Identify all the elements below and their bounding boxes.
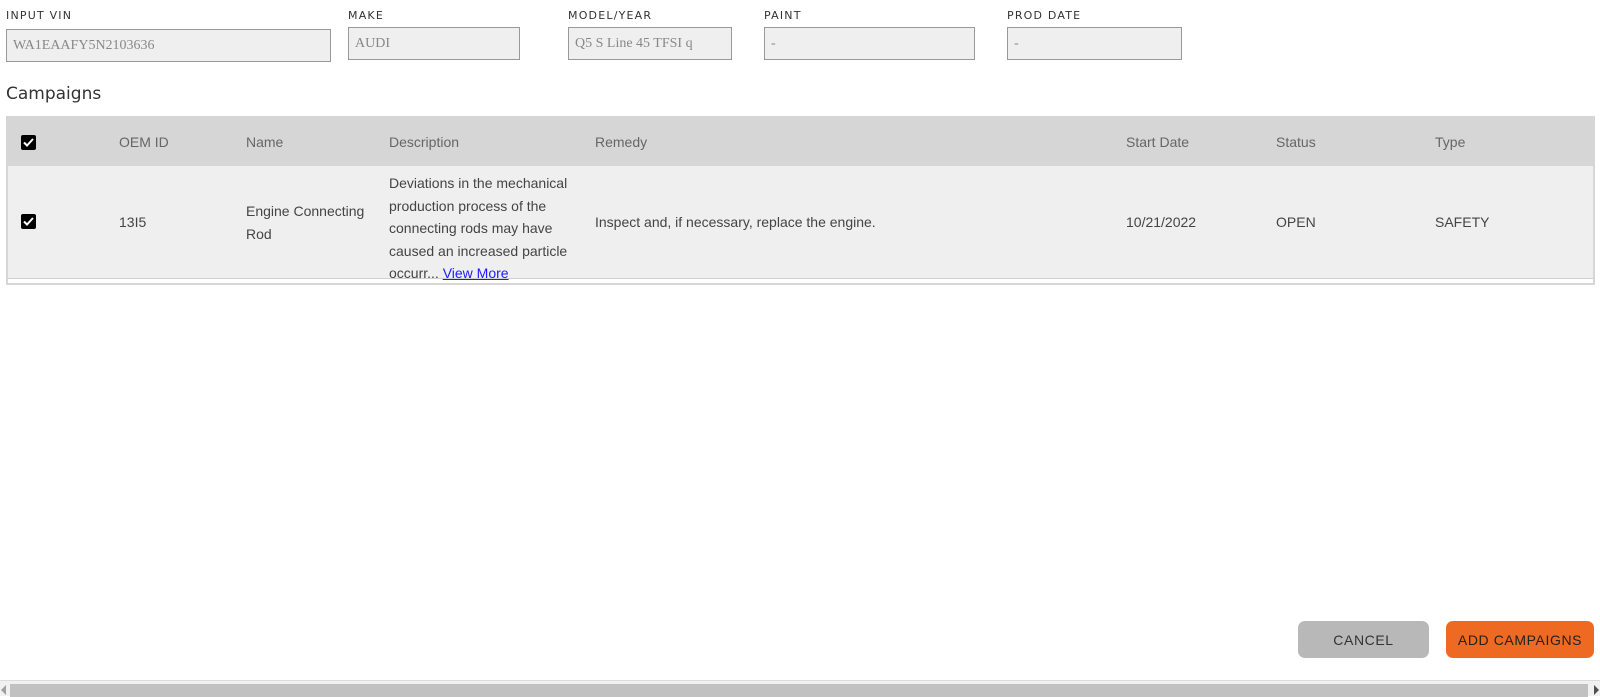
- paint-input[interactable]: -: [764, 27, 975, 60]
- checkmark-icon: [23, 217, 34, 226]
- vin-field-group: INPUT VIN WA1EAAFY5N2103636: [6, 9, 331, 62]
- header-oem-id[interactable]: OEM ID: [119, 118, 169, 166]
- paint-field-group: PAINT -: [764, 9, 975, 60]
- make-field-group: MAKE AUDI: [348, 9, 520, 60]
- cell-type: SAFETY: [1435, 214, 1490, 230]
- model-year-input[interactable]: Q5 S Line 45 TFSI q: [568, 27, 732, 60]
- horizontal-scrollbar[interactable]: [0, 680, 1600, 697]
- view-more-link[interactable]: View More: [443, 265, 509, 281]
- cancel-button[interactable]: CANCEL: [1298, 621, 1429, 658]
- model-year-field-group: MODEL/YEAR Q5 S Line 45 TFSI q: [568, 9, 732, 60]
- table-header: OEM ID Name Description Remedy Start Dat…: [8, 118, 1593, 166]
- scroll-right-arrow-icon[interactable]: [1594, 685, 1599, 695]
- scroll-left-arrow-icon[interactable]: [1, 685, 6, 695]
- header-name[interactable]: Name: [246, 118, 283, 166]
- cell-status: OPEN: [1276, 214, 1316, 230]
- header-start-date[interactable]: Start Date: [1126, 118, 1189, 166]
- header-remedy[interactable]: Remedy: [595, 118, 647, 166]
- select-all-checkbox[interactable]: [21, 135, 36, 150]
- header-status[interactable]: Status: [1276, 118, 1316, 166]
- cell-oem-id: 13I5: [119, 214, 147, 230]
- campaigns-title: Campaigns: [6, 84, 102, 104]
- prod-date-input[interactable]: -: [1007, 27, 1182, 60]
- paint-label: PAINT: [764, 9, 802, 22]
- vin-label: INPUT VIN: [6, 9, 73, 22]
- cell-name: Engine Connecting Rod: [246, 203, 365, 242]
- model-year-label: MODEL/YEAR: [568, 9, 653, 22]
- prod-date-label: PROD DATE: [1007, 9, 1082, 22]
- table-row[interactable]: 13I5 Engine Connecting Rod Deviations in…: [8, 166, 1593, 281]
- add-campaigns-button[interactable]: ADD CAMPAIGNS: [1446, 621, 1594, 658]
- make-label: MAKE: [348, 9, 384, 22]
- cell-description: Deviations in the mechanical production …: [389, 172, 579, 285]
- header-description[interactable]: Description: [389, 118, 459, 166]
- prod-date-field-group: PROD DATE -: [1007, 9, 1182, 60]
- campaigns-table: OEM ID Name Description Remedy Start Dat…: [6, 116, 1595, 285]
- cell-start-date: 10/21/2022: [1126, 214, 1197, 230]
- scrollbar-thumb[interactable]: [10, 684, 1588, 697]
- header-type[interactable]: Type: [1435, 118, 1465, 166]
- make-input[interactable]: AUDI: [348, 27, 520, 60]
- checkmark-icon: [23, 138, 34, 147]
- row-checkbox[interactable]: [21, 214, 36, 229]
- vin-input[interactable]: WA1EAAFY5N2103636: [6, 29, 331, 62]
- cell-remedy: Inspect and, if necessary, replace the e…: [595, 214, 876, 230]
